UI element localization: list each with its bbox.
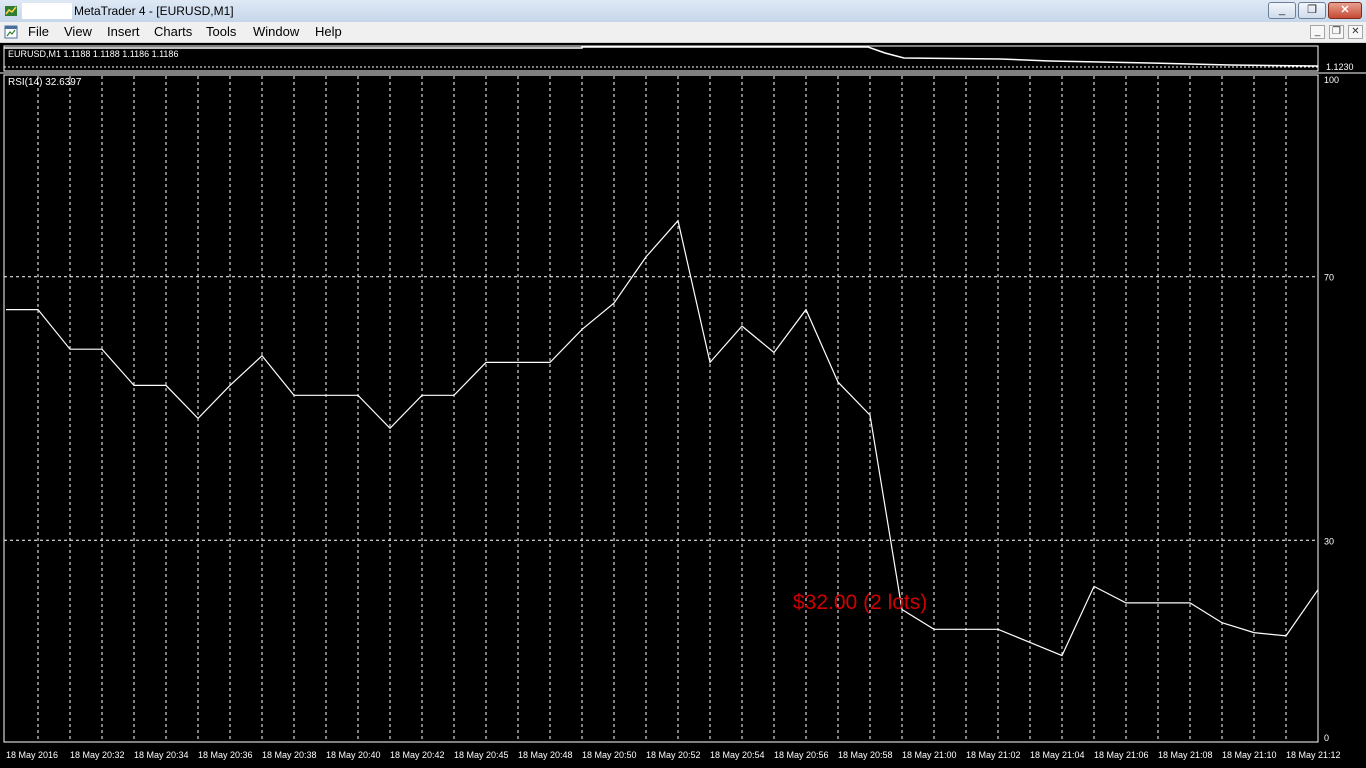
time-axis-label: 18 May 20:45 xyxy=(454,750,509,760)
rsi-level-lines xyxy=(4,276,1318,541)
mdi-minimize-button[interactable]: _ xyxy=(1310,25,1325,39)
price-panel-label: EURUSD,M1 1.1188 1.1188 1.1186 1.1186 xyxy=(8,49,178,59)
mdi-restore-button[interactable]: ❐ xyxy=(1329,25,1344,39)
time-axis-label: 18 May 20:32 xyxy=(70,750,125,760)
time-axis-label: 18 May 21:08 xyxy=(1158,750,1213,760)
price-panel: EURUSD,M1 1.1188 1.1188 1.1186 1.1186 1.… xyxy=(3,45,1354,72)
menu-help[interactable]: Help xyxy=(313,24,344,40)
time-axis-label: 18 May 20:52 xyxy=(646,750,701,760)
rsi-level-labels: 100 70 30 0 xyxy=(1324,75,1339,743)
time-axis-label: 18 May 20:56 xyxy=(774,750,829,760)
time-axis-label: 18 May 21:06 xyxy=(1094,750,1149,760)
time-axis-label: 18 May 20:40 xyxy=(326,750,381,760)
time-axis-label: 18 May 21:10 xyxy=(1222,750,1277,760)
rsi-series-line xyxy=(6,219,1319,657)
rsi-level-label: 100 xyxy=(1324,75,1339,85)
mdi-close-button[interactable]: ✕ xyxy=(1348,25,1363,39)
rsi-level-label: 70 xyxy=(1324,273,1334,283)
rsi-level-label: 0 xyxy=(1324,733,1329,743)
time-axis-label: 18 May 20:54 xyxy=(710,750,765,760)
chart-canvas[interactable]: EURUSD,M1 1.1188 1.1188 1.1186 1.1186 1.… xyxy=(0,43,1366,768)
time-axis-label: 18 May 20:58 xyxy=(838,750,893,760)
minimize-button[interactable]: _ xyxy=(1268,2,1296,19)
menu-charts[interactable]: Charts xyxy=(152,24,194,40)
time-axis-label: 18 May 20:38 xyxy=(262,750,317,760)
time-axis-label: 18 May 20:50 xyxy=(582,750,637,760)
profit-annotation: $32.00 (2 lots) xyxy=(793,591,927,614)
rsi-indicator-label: RSI(14) 32.6397 xyxy=(8,77,82,88)
title-redaction xyxy=(22,3,72,19)
time-axis-label: 18 May 21:12 xyxy=(1286,750,1341,760)
restore-button[interactable]: ❐ xyxy=(1298,2,1326,19)
window-title: MetaTrader 4 - [EURUSD,M1] xyxy=(74,4,234,18)
chart-window[interactable]: EURUSD,M1 1.1188 1.1188 1.1186 1.1186 1.… xyxy=(0,43,1366,768)
rsi-level-label: 30 xyxy=(1324,536,1334,546)
time-axis-label: 18 May 2016 xyxy=(6,750,58,760)
time-axis-label: 18 May 20:48 xyxy=(518,750,573,760)
time-axis-labels: 18 May 2016 18 May 20:32 18 May 20:34 18 Ma… xyxy=(6,750,1341,760)
vertical-gridlines xyxy=(37,76,1287,741)
time-axis-label: 18 May 20:36 xyxy=(198,750,253,760)
menu-view[interactable]: View xyxy=(62,24,94,40)
chart-window-icon[interactable] xyxy=(4,25,18,39)
menu-file[interactable]: File xyxy=(26,24,51,40)
time-axis-label: 18 May 21:04 xyxy=(1030,750,1085,760)
time-axis-label: 18 May 21:02 xyxy=(966,750,1021,760)
menu-tools[interactable]: Tools xyxy=(204,24,238,40)
menu-insert[interactable]: Insert xyxy=(105,24,142,40)
close-button[interactable]: ✕ xyxy=(1328,2,1362,19)
price-line xyxy=(4,46,1319,67)
time-axis-label: 18 May 21:00 xyxy=(902,750,957,760)
menu-window[interactable]: Window xyxy=(251,24,301,40)
rsi-panel-frame xyxy=(3,74,1319,743)
menu-bar: File View Insert Charts Tools Window Hel… xyxy=(0,22,1366,43)
time-axis-label: 18 May 20:42 xyxy=(390,750,445,760)
title-bar: MetaTrader 4 - [EURUSD,M1] _ ❐ ✕ xyxy=(0,0,1366,23)
metatrader-app-icon xyxy=(5,6,17,16)
price-tick-label: 1.1230 xyxy=(1326,62,1354,72)
time-axis-label: 18 May 20:34 xyxy=(134,750,189,760)
